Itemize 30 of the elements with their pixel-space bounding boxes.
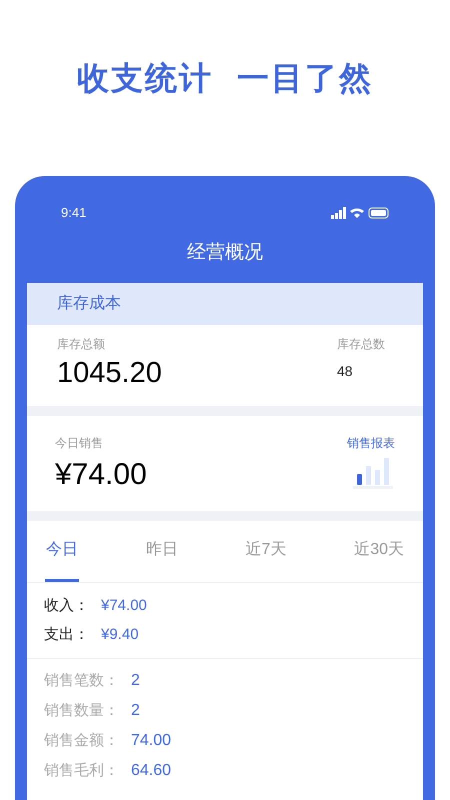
nav-title: 经营概况	[187, 241, 263, 266]
period-tab[interactable]: 近7天	[244, 521, 288, 582]
stat-value: 74.00	[131, 731, 172, 751]
headline-text: 收支统计	[77, 59, 213, 98]
period-tab[interactable]: 近30天	[353, 521, 405, 582]
stock-count: 48	[337, 362, 354, 381]
today-sales-amount: ¥74.00	[55, 457, 147, 493]
sales-report-link[interactable]: 销售报表	[347, 434, 395, 452]
today-sales-label: 今日销售	[55, 435, 104, 452]
cashflow-label: 收入：	[44, 596, 89, 616]
stat-value: 64.60	[131, 761, 172, 781]
headline-text: 一目了然	[237, 59, 373, 98]
cashflow-value: ¥9.40	[101, 624, 139, 644]
stock-amount: 1045.20	[57, 356, 162, 391]
stat-label: 销售毛利：	[44, 760, 119, 781]
section-title: 库存成本	[57, 294, 121, 314]
stock-count-label: 库存总数	[337, 336, 386, 353]
cashflow-label: 支出：	[44, 624, 89, 644]
cashflow-value: ¥74.00	[101, 596, 147, 616]
period-tab[interactable]: 昨日	[144, 521, 179, 582]
stat-value: 2	[131, 701, 140, 721]
status-icons	[331, 207, 389, 219]
status-time: 9:41	[61, 204, 86, 222]
stat-label: 销售笔数：	[44, 670, 119, 691]
stat-value: 2	[131, 671, 140, 691]
bar-chart-icon	[351, 456, 395, 490]
stat-label: 销售数量：	[44, 700, 119, 721]
stat-label: 销售金额：	[44, 730, 119, 751]
stock-amount-label: 库存总额	[57, 336, 106, 353]
period-tab[interactable]: 今日	[45, 521, 79, 582]
